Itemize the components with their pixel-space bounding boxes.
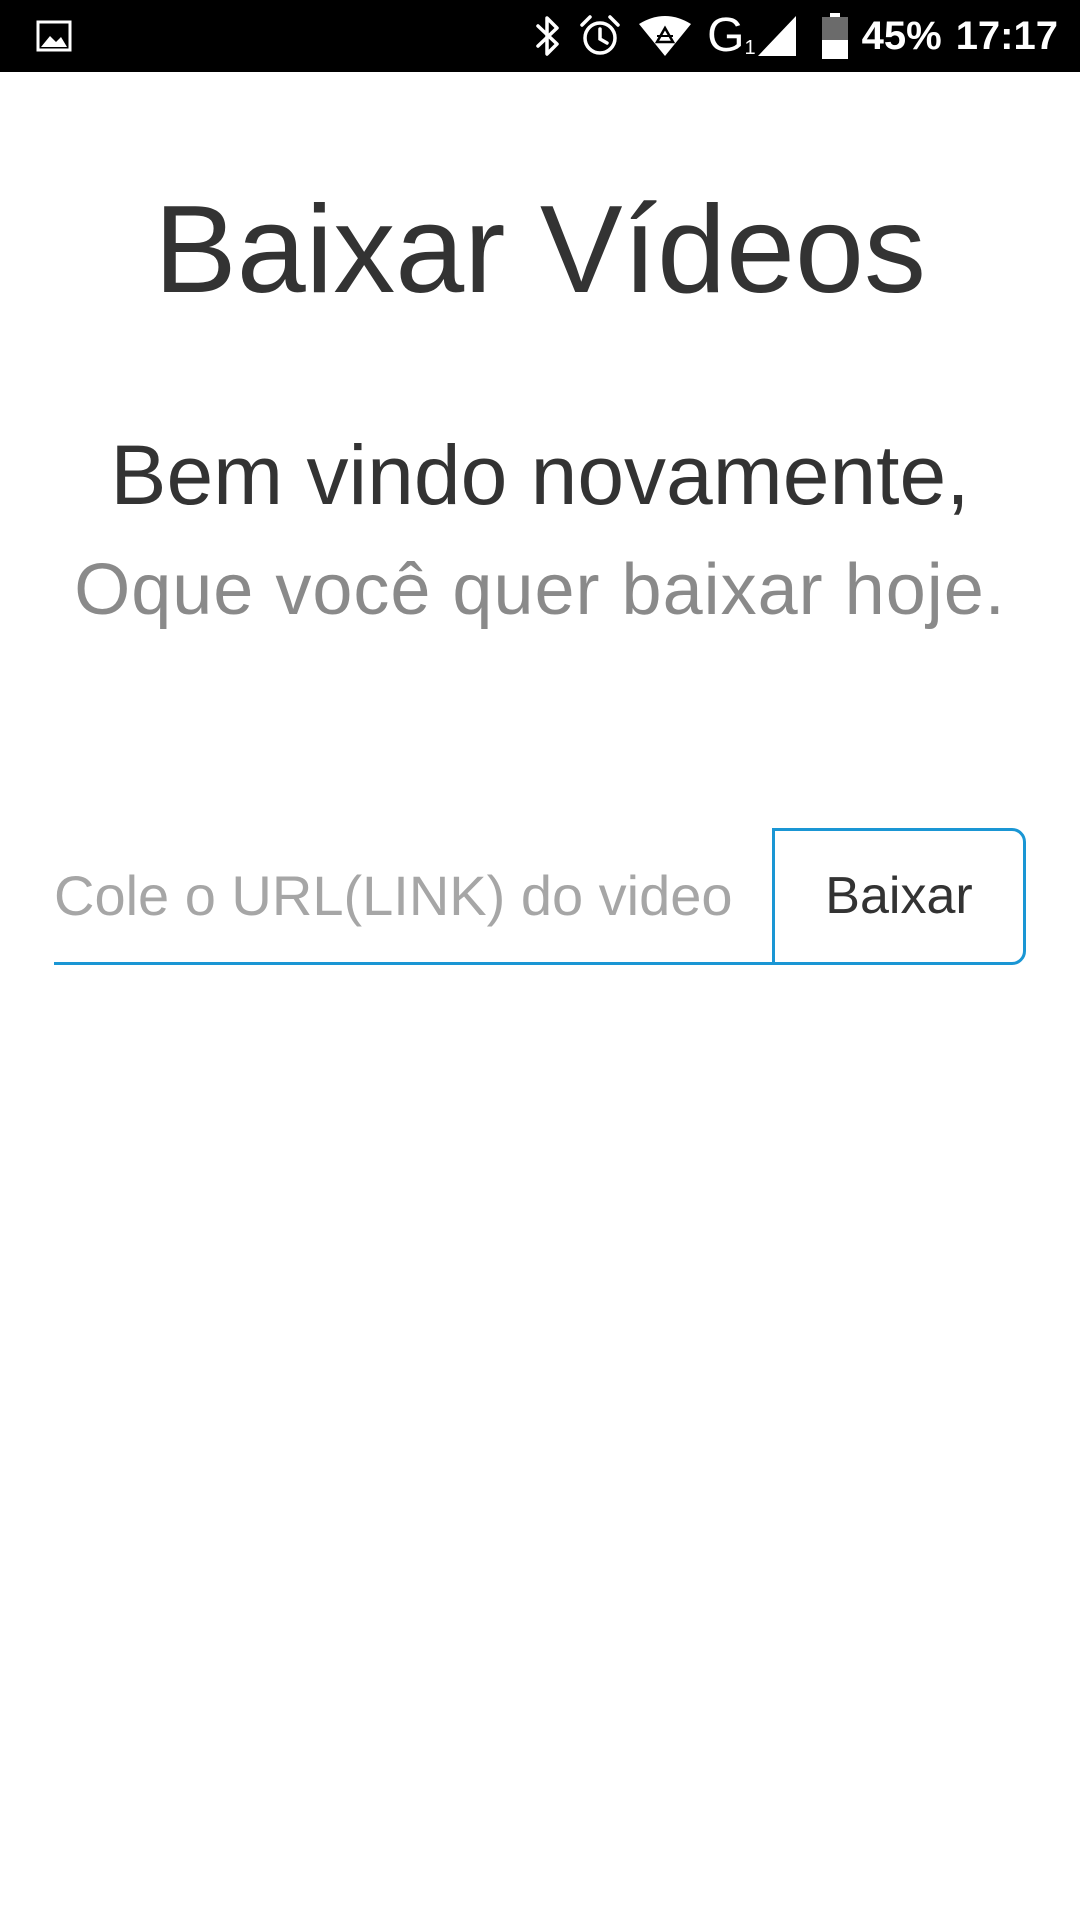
download-button[interactable]: Baixar: [772, 828, 1026, 965]
url-form: Baixar: [54, 828, 1026, 966]
screen: G 1 45% 17:17 Baixar Vídeos Bem vindo no…: [0, 0, 1080, 1920]
cell-signal-icon: [756, 14, 798, 58]
wifi-icon: [637, 14, 693, 58]
page-title: Baixar Vídeos: [154, 181, 926, 319]
status-bar: G 1 45% 17:17: [0, 0, 1080, 72]
welcome-heading: Bem vindo novamente,: [110, 428, 970, 522]
status-icons: G 1 45% 17:17: [533, 0, 1058, 72]
clock: 17:17: [955, 14, 1058, 58]
bluetooth-icon: [533, 14, 563, 58]
network-type-icon: G 1: [707, 9, 756, 62]
alarm-icon: [577, 13, 623, 59]
url-input[interactable]: [54, 828, 772, 965]
battery-percent: 45%: [861, 14, 942, 58]
battery-icon: [821, 13, 848, 59]
image-notification-icon: [36, 18, 72, 54]
welcome-subtitle: Oque você quer baixar hoje.: [74, 550, 1006, 630]
